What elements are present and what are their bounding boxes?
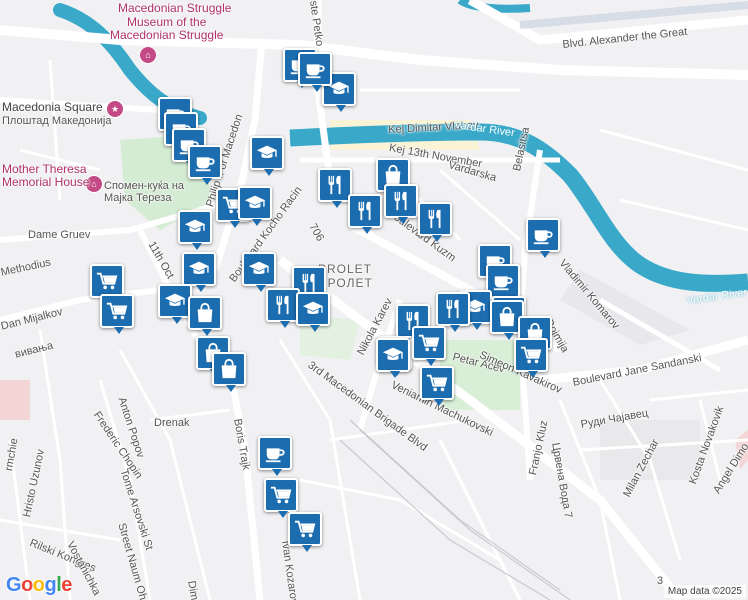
cafe-icon [526,218,560,258]
restaurant-icon [266,288,300,328]
restaurant-marker[interactable] [348,194,382,238]
shopping-bag-icon [212,352,246,392]
area-prolet: PROLET [318,262,373,276]
shopping-bag-marker[interactable] [188,296,222,340]
restaurant-icon [348,194,382,234]
google-logo-letter: g [44,574,57,596]
google-logo-letter: o [21,574,33,596]
map-canvas[interactable]: ⌂ ★ ⌂ Macedonian Struggle Museum of the … [0,0,748,600]
google-logo-letter: G [6,574,22,596]
google-logo-letter: o [32,574,45,596]
restaurant-marker[interactable] [384,184,418,228]
cafe-icon [258,436,292,476]
restaurant-marker[interactable] [318,168,352,212]
museum-icon[interactable]: ⌂ [139,46,157,64]
map-attribution[interactable]: Map data ©2025 [663,585,746,598]
area-prolet-cyr: ПРОЛЕТ [318,276,373,290]
cafe-marker[interactable] [258,436,292,480]
store-icon [100,294,134,334]
store-marker[interactable] [420,366,454,410]
store-marker[interactable] [514,338,548,382]
store-icon [412,326,446,366]
school-marker[interactable] [158,284,192,328]
store-icon [420,366,454,406]
restaurant-marker[interactable] [418,202,452,246]
restaurant-icon [436,292,470,332]
store-icon [90,264,124,304]
cafe-marker[interactable] [298,52,332,96]
school-marker[interactable] [238,186,272,230]
macedonia-square-label: Macedonia Square [2,100,103,114]
restaurant-icon [418,202,452,242]
museum-title-top: Macedonian Struggle [118,1,232,15]
store-marker[interactable] [288,512,322,556]
school-icon [178,210,212,250]
school-marker[interactable] [296,292,330,336]
edge-label-3: 3 [657,575,664,587]
restaurant-icon [384,184,418,224]
school-marker[interactable] [376,338,410,382]
cafe-marker[interactable] [188,145,222,189]
school-marker[interactable] [250,136,284,180]
school-icon [296,292,330,332]
school-icon [376,338,410,378]
google-logo-letter: e [61,574,72,596]
store-icon [288,512,322,552]
google-logo: Google [6,574,72,597]
school-icon [250,136,284,176]
restaurant-icon [318,168,352,208]
school-marker[interactable] [178,210,212,254]
mother-teresa-label: Mother Theresa Memorial House [2,162,90,189]
cafe-icon [298,52,332,92]
school-icon [158,284,192,324]
museum-label: Museum of the Macedonian Struggle [110,15,224,42]
street-dame-gruev: Dame Gruev [28,229,91,241]
shopping-bag-icon [188,296,222,336]
school-icon [238,186,272,226]
cafe-marker[interactable] [526,218,560,262]
street-drenak: Drenak [154,417,190,429]
shopping-bag-marker[interactable] [212,352,246,396]
store-icon [264,478,298,518]
street-dim: Dim [185,579,201,600]
mother-teresa-cyr-label: Спомен-куќа на Мајка Тереза [104,180,185,204]
cafe-icon [188,145,222,185]
store-icon [514,338,548,378]
macedonia-square-cyr-label: Плоштад Македонија [2,115,112,127]
store-marker[interactable] [100,294,134,338]
school-icon [182,252,216,292]
store-marker[interactable] [412,326,446,370]
restaurant-marker[interactable] [266,288,300,332]
school-icon [242,252,276,292]
